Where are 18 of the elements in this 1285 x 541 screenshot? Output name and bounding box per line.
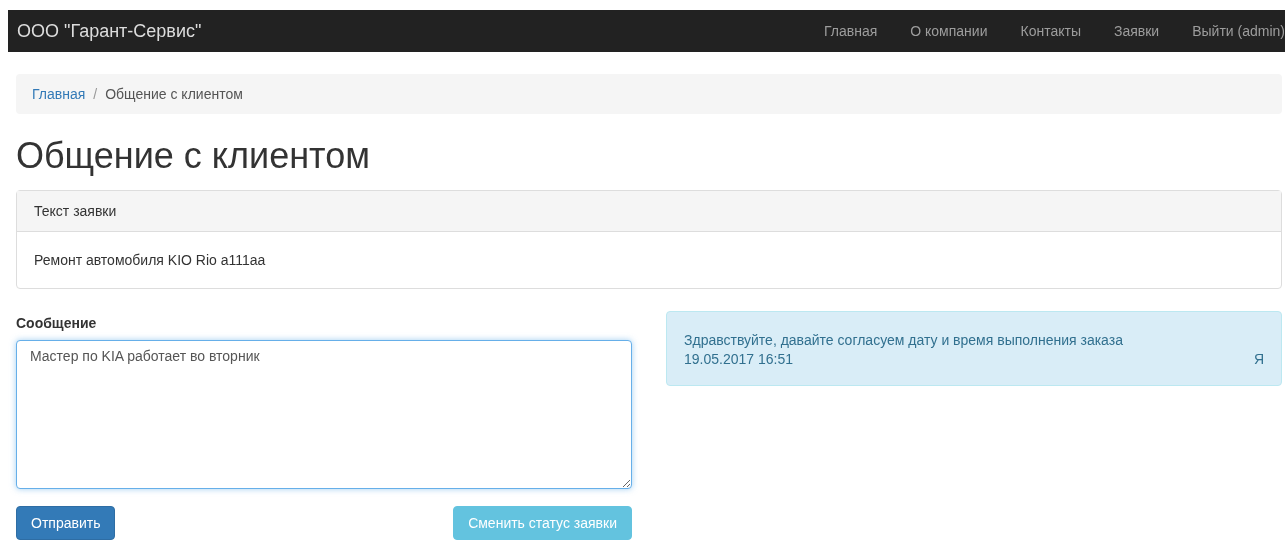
nav-link[interactable]: Заявки: [1080, 23, 1160, 39]
breadcrumb-current: Общение с клиентом: [105, 86, 243, 102]
brand-name[interactable]: ООО "Гарант-Сервис": [17, 20, 202, 42]
message-text: Здравствуйте, давайте согласуем дату и время выполнения заказа: [684, 331, 1123, 348]
breadcrumb-link[interactable]: Главная: [32, 86, 86, 102]
panel-heading: Текст заявки: [17, 190, 1281, 232]
nav-link[interactable]: О компании: [877, 23, 988, 39]
breadcrumb-separator: /: [93, 86, 98, 102]
message-time: 19.05.2017 16:51: [684, 350, 793, 367]
nav-link[interactable]: Выйти (admin): [1159, 23, 1285, 39]
page-heading: Общение с клиентом: [16, 136, 371, 176]
field-label: Сообщение: [16, 314, 98, 331]
nav-link[interactable]: Контакты: [987, 23, 1081, 39]
message-field[interactable]: Мастер по KIA работает во вторник: [16, 339, 632, 489]
send-button[interactable]: Отправить: [16, 505, 116, 540]
nav-link[interactable]: Главная: [790, 23, 878, 39]
message-author: Я: [1253, 350, 1264, 367]
request-text: Ремонт автомобиля KIO Rio a111aa: [34, 251, 266, 268]
